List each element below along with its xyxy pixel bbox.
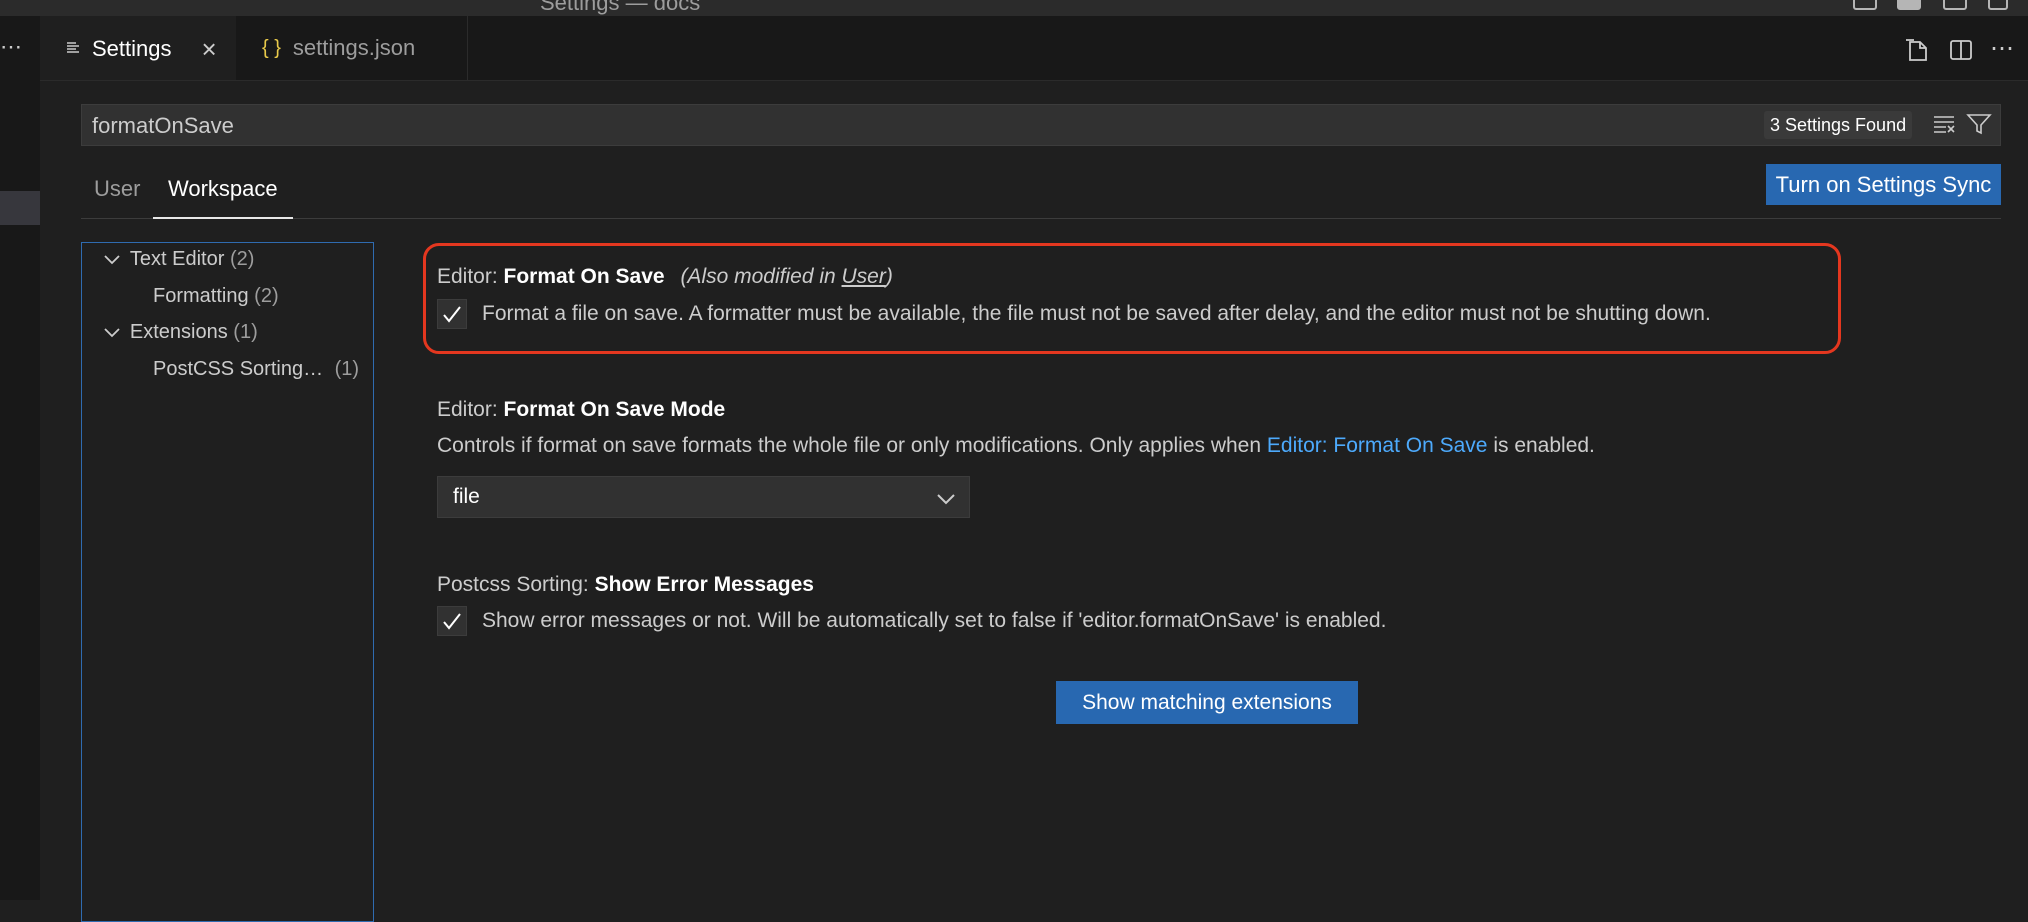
select-value: file — [453, 485, 480, 508]
setting-category: Editor: — [437, 398, 504, 421]
active-tab-indicator — [153, 217, 293, 219]
toc-count: (2) — [254, 285, 279, 307]
more-actions-icon[interactable]: ⋯ — [0, 34, 22, 60]
settings-lines-icon — [66, 38, 80, 61]
settings-toc — [81, 242, 374, 922]
close-icon[interactable]: × — [202, 34, 217, 65]
toggle-secondary-sidebar-icon[interactable] — [1943, 0, 1967, 10]
checkmark-icon — [443, 613, 461, 630]
setting-name: Show Error Messages — [594, 573, 814, 596]
chevron-down-icon — [937, 492, 955, 510]
modified-prefix: (Also modified in — [680, 265, 842, 288]
format-on-save-mode-select[interactable]: file — [437, 476, 970, 518]
setting-description: Show error messages or not. Will be auto… — [482, 609, 1387, 632]
description-text: Controls if format on save formats the w… — [437, 434, 1267, 457]
toc-item-postcss-sorting[interactable]: PostCSS Sorting… (1) — [153, 358, 359, 381]
toc-count: (1) — [233, 321, 258, 343]
braces-icon: { } — [262, 36, 281, 59]
tab-settings-label: Settings — [92, 36, 172, 61]
chevron-down-icon — [104, 325, 124, 341]
show-matching-extensions-button[interactable]: Show matching extensions — [1056, 681, 1358, 724]
setting-description: Format a file on save. A formatter must … — [482, 302, 1711, 325]
modified-in-user-link[interactable]: User — [842, 265, 886, 288]
format-on-save-link[interactable]: Editor: Format On Save — [1267, 434, 1488, 457]
setting-title-show-error-messages: Postcss Sorting: Show Error Messages — [437, 573, 814, 597]
more-actions-icon[interactable]: ⋯ — [1990, 34, 2018, 62]
tab-settings[interactable]: Settings × — [40, 16, 236, 80]
activity-bar — [0, 16, 40, 900]
filter-icon[interactable] — [1966, 112, 1992, 141]
tab-user[interactable]: User — [94, 176, 140, 202]
sidebar-selected-item[interactable] — [0, 191, 40, 225]
checkmark-icon — [443, 306, 461, 323]
clear-filter-icon[interactable] — [1932, 112, 1958, 141]
description-text: is enabled. — [1487, 434, 1595, 457]
setting-name: Format On Save Mode — [503, 398, 726, 421]
show-error-messages-checkbox[interactable] — [437, 606, 467, 636]
turn-on-settings-sync-button[interactable]: Turn on Settings Sync — [1766, 164, 2001, 205]
setting-title-format-on-save-mode: Editor: Format On Save Mode — [437, 398, 725, 422]
setting-category: Editor: — [437, 265, 504, 288]
toc-count: (1) — [334, 358, 360, 380]
window-title: Settings — docs — [540, 0, 701, 15]
toc-label: PostCSS Sorting… — [153, 358, 324, 380]
modified-note: (Also modified in User) — [680, 265, 892, 288]
setting-description: Controls if format on save formats the w… — [437, 434, 1595, 458]
setting-name: Format On Save — [503, 265, 665, 288]
modified-suffix: ) — [885, 265, 893, 288]
open-settings-json-icon[interactable] — [1904, 36, 1932, 64]
toc-item-text-editor[interactable]: Text Editor (2) — [104, 248, 254, 271]
scope-divider — [81, 218, 2001, 219]
toc-label: Text Editor — [129, 248, 225, 270]
toc-item-formatting[interactable]: Formatting (2) — [153, 285, 279, 308]
toggle-primary-sidebar-icon[interactable] — [1853, 0, 1877, 10]
chevron-down-icon — [104, 252, 124, 268]
toc-item-extensions[interactable]: Extensions (1) — [104, 321, 258, 344]
setting-title-format-on-save: Editor: Format On Save (Also modified in… — [437, 265, 893, 289]
highlight-annotation — [423, 243, 1841, 354]
tab-settings-json[interactable]: { } settings.json — [236, 16, 468, 80]
results-count-badge: 3 Settings Found — [1764, 111, 1913, 139]
setting-category: Postcss Sorting: — [437, 573, 595, 596]
toggle-panel-icon[interactable] — [1897, 0, 1921, 10]
toc-label: Extensions — [129, 321, 228, 343]
tab-settings-json-label: settings.json — [292, 35, 416, 60]
tab-workspace[interactable]: Workspace — [168, 176, 278, 202]
split-editor-icon[interactable] — [1947, 36, 1975, 64]
search-box[interactable] — [81, 104, 2001, 147]
toc-count: (2) — [229, 248, 255, 270]
search-input[interactable] — [90, 105, 1694, 147]
format-on-save-checkbox[interactable] — [437, 299, 467, 329]
toc-label: Formatting — [153, 285, 249, 307]
title-bar: Settings — docs — [0, 0, 2028, 16]
customize-layout-icon[interactable] — [1988, 0, 2008, 10]
